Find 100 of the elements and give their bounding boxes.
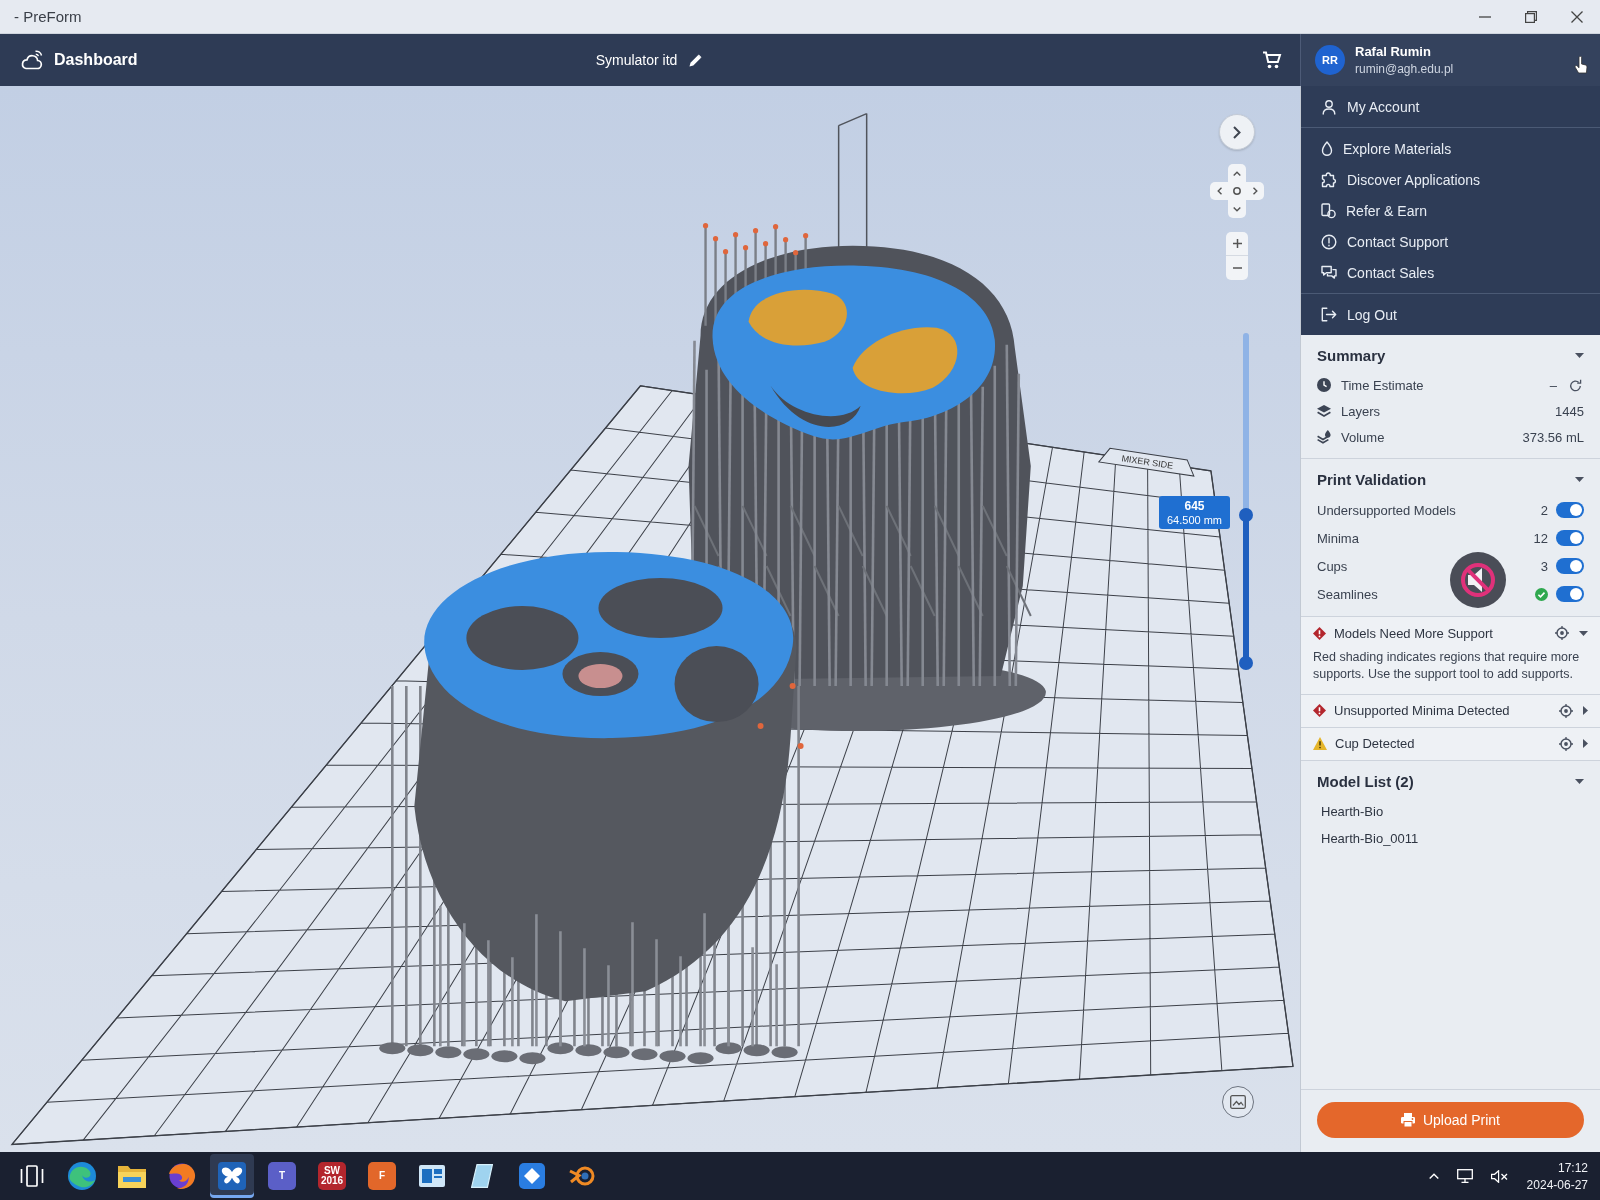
droplet-layers-icon xyxy=(1317,430,1331,444)
locate-button[interactable] xyxy=(1557,734,1575,753)
view-up-button[interactable] xyxy=(1228,164,1246,182)
cloud-icon xyxy=(20,50,44,70)
menu-item[interactable]: Refer & Earn xyxy=(1301,195,1600,226)
taskbar-button[interactable]: T xyxy=(260,1154,304,1198)
chevron-right-icon xyxy=(1252,187,1258,195)
alert-circle-icon xyxy=(1321,233,1337,250)
refresh-icon xyxy=(1569,378,1582,392)
toggle-switch[interactable] xyxy=(1556,502,1584,518)
chevron-up-icon xyxy=(1233,170,1241,176)
ring-icon xyxy=(1233,187,1241,195)
issue-card[interactable]: Unsupported Minima Detected xyxy=(1301,694,1600,728)
swirl-icon xyxy=(68,1162,96,1190)
layer-slider-handle[interactable] xyxy=(1239,507,1253,522)
summary-value: 373.56 mL xyxy=(1522,429,1584,445)
layer-slider-end-handle[interactable] xyxy=(1239,656,1253,670)
warning-triangle-icon xyxy=(1313,737,1327,750)
chat-bubbles-icon xyxy=(1321,265,1337,280)
issue-card[interactable]: Models Need More Support Red shading indicates regions that require more supports. Use the support tool to add supports. xyxy=(1301,617,1600,695)
window-tile-icon xyxy=(419,1165,445,1187)
dashboard-button[interactable]: Dashboard xyxy=(16,44,142,76)
issue-card[interactable]: Cup Detected xyxy=(1301,727,1600,761)
orbit-icon xyxy=(569,1165,595,1187)
menu-item[interactable]: Discover Applications xyxy=(1301,164,1600,195)
issue-count: 3 xyxy=(1540,558,1548,574)
document-coin-icon xyxy=(1321,202,1336,219)
pencil-icon xyxy=(689,53,703,67)
section-header[interactable]: Summary xyxy=(1317,345,1584,372)
issue-count: 2 xyxy=(1540,502,1548,518)
taskbar-button[interactable]: SW 2016 xyxy=(310,1154,354,1198)
diamond-tile-icon xyxy=(519,1163,545,1189)
monitor-icon xyxy=(1456,1169,1473,1183)
issue-title: Models Need More Support xyxy=(1334,625,1494,641)
target-icon xyxy=(1559,736,1573,751)
user-email: rumin@agh.edu.pl xyxy=(1355,62,1454,76)
layers-icon xyxy=(1317,404,1331,418)
zoom-out-button[interactable] xyxy=(1226,256,1248,280)
chevron-left-icon xyxy=(1216,187,1222,195)
logout-icon xyxy=(1321,307,1337,322)
model-viewport[interactable]: MIXER SIDE 645 64.500 mm xyxy=(0,86,1300,1152)
window-title: - PreForm xyxy=(13,8,82,25)
clock-date: 2024-06-27 xyxy=(1526,1177,1588,1192)
hand-pointer-icon xyxy=(1574,56,1588,74)
butterfly-icon xyxy=(218,1162,246,1190)
menu-item[interactable]: Log Out xyxy=(1301,299,1600,330)
error-diamond-icon xyxy=(1313,626,1326,640)
toggle-switch[interactable] xyxy=(1556,586,1584,602)
check-label: Undersupported Models xyxy=(1317,502,1456,518)
menu-item[interactable]: Contact Support xyxy=(1301,226,1600,257)
app-logo-tile: SW 2016 xyxy=(318,1162,346,1190)
check-label: Minima xyxy=(1317,530,1359,546)
toggle-switch[interactable] xyxy=(1556,530,1584,546)
view-right-button[interactable] xyxy=(1246,182,1264,200)
section-header[interactable]: Print Validation xyxy=(1317,469,1584,496)
summary-label: Volume xyxy=(1341,429,1385,445)
job-title: Symulator itd xyxy=(595,52,678,68)
model-list-item[interactable]: Hearth-Bio_0011 xyxy=(1317,824,1584,852)
error-diamond-icon xyxy=(1313,704,1326,717)
summary-label: Layers xyxy=(1341,403,1381,419)
locate-button[interactable] xyxy=(1557,701,1575,720)
layer-number: 645 xyxy=(1184,498,1205,513)
user-avatar: RR xyxy=(1315,45,1345,75)
view-left-button[interactable] xyxy=(1210,182,1228,200)
minus-icon xyxy=(1232,267,1242,269)
picture-icon xyxy=(1230,1095,1246,1109)
account-header[interactable]: RR Rafal Rumin rumin@agh.edu.pl xyxy=(1300,34,1600,86)
toggle-switch[interactable] xyxy=(1556,558,1584,574)
locate-button[interactable] xyxy=(1553,624,1571,642)
taskbar-button[interactable] xyxy=(210,1154,254,1198)
minimize-icon xyxy=(1479,15,1491,18)
check-label: Seamlines xyxy=(1317,586,1378,602)
check-circle-icon xyxy=(1535,587,1548,601)
zoom-in-button[interactable] xyxy=(1226,232,1248,256)
app-logo-tile: F xyxy=(368,1162,396,1190)
droplet-icon xyxy=(1321,140,1333,157)
puzzle-icon xyxy=(1321,171,1337,188)
folder-icon xyxy=(118,1164,146,1188)
snapshot-button[interactable] xyxy=(1222,1086,1254,1118)
summary-value: – xyxy=(1549,377,1557,393)
issue-description: Red shading indicates regions that require more supports. Use the support tool to add supports. xyxy=(1313,649,1581,684)
menu-item[interactable]: Explore Materials xyxy=(1301,133,1600,164)
layer-height: 64.500 mm xyxy=(1166,513,1222,526)
issue-title: Unsupported Minima Detected xyxy=(1334,703,1511,718)
expand-panel-button[interactable] xyxy=(1219,114,1255,150)
person-icon xyxy=(1321,98,1337,115)
glass-pane-icon xyxy=(471,1164,493,1188)
view-down-button[interactable] xyxy=(1228,200,1246,218)
menu-item[interactable]: Contact Sales xyxy=(1301,257,1600,288)
model-list-item[interactable]: Hearth-Bio xyxy=(1317,797,1584,825)
issue-title: Cup Detected xyxy=(1335,736,1416,751)
chevron-down-icon xyxy=(1233,206,1241,212)
check-label: Cups xyxy=(1317,558,1348,574)
section-header[interactable]: Model List (2) xyxy=(1317,770,1584,798)
printer-icon xyxy=(1400,1113,1415,1127)
user-name: Rafal Rumin xyxy=(1355,44,1432,59)
menu-item[interactable]: My Account xyxy=(1301,91,1600,122)
chevron-right-icon xyxy=(1233,125,1241,139)
flame-globe-icon xyxy=(168,1162,196,1190)
plus-icon xyxy=(1232,239,1242,248)
